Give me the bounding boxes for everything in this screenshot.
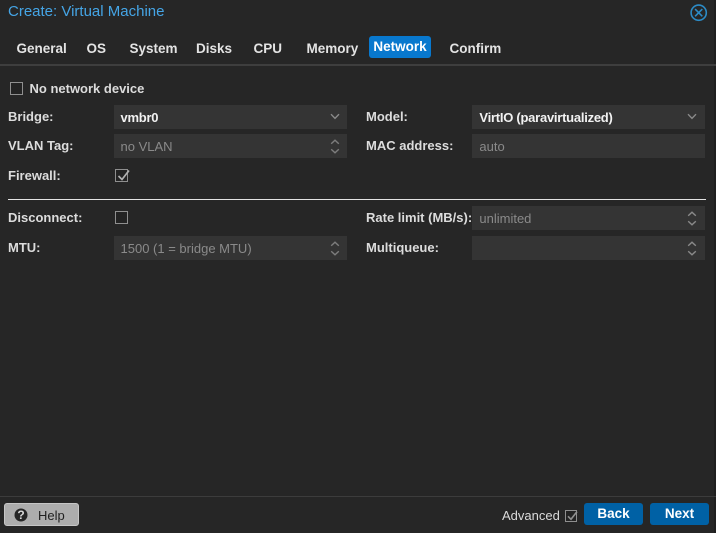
svg-text:?: ? (17, 508, 24, 522)
